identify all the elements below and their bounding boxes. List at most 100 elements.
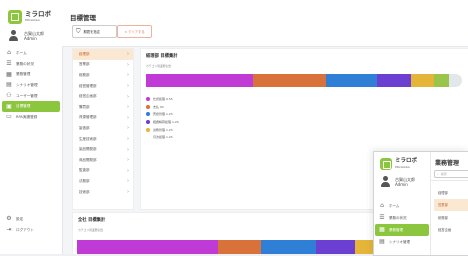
bar-segment	[261, 240, 317, 254]
sidebar-item[interactable]: ▦ 業務管理	[375, 224, 429, 236]
nav-icon: ⚙	[6, 215, 12, 223]
sidebar-item[interactable]: ☰ 業務の状況	[375, 212, 429, 224]
sidebar-nav: ⌂ ホーム ☰ 業務の状況 ▦ 業務管理 ▤ シナリオ管理	[375, 200, 429, 248]
department-item[interactable]: 監査部 ›	[73, 166, 133, 177]
sidebar-item-label: ホーム	[389, 203, 400, 208]
search-input[interactable]: ⌕ 検索	[434, 170, 468, 178]
sidebar-item-label: シナリオ管理	[16, 82, 38, 87]
clear-button[interactable]: × クリアする	[117, 25, 152, 38]
department-label: 総務部	[79, 72, 90, 77]
department-label: 経営企画部	[79, 94, 97, 99]
chevron-right-icon: ›	[127, 61, 129, 68]
chart-title: 全社 目標集計	[78, 218, 106, 223]
department-item[interactable]: 経理部 ›	[73, 49, 133, 60]
logo-icon	[8, 10, 22, 24]
app-logo[interactable]: ミラロボ Miralobo	[8, 10, 51, 24]
department-item[interactable]: 経理部	[434, 186, 468, 199]
secondary-window: ミラロボ Miralobo 古賀山太郎 Admin ⌂ ホーム ☰ 業務の状況 ▦ 業務管…	[373, 151, 468, 256]
chevron-right-icon: ›	[127, 51, 129, 58]
department-label: 総務部	[438, 215, 448, 220]
user-profile[interactable]: 古賀山太郎 Admin	[8, 30, 44, 41]
user-profile[interactable]: 古賀山太郎 Admin	[380, 176, 415, 187]
sidebar-bottom-nav: ⚙ 設定 ⇥ ログアウト	[2, 214, 60, 235]
department-label: 経理部	[438, 190, 448, 195]
department-item[interactable]: 営業部	[434, 198, 468, 211]
sidebar-item-label: 業務管理	[16, 72, 31, 77]
department-item[interactable]: 購買部 ›	[73, 102, 133, 113]
bar-segment	[316, 240, 356, 254]
department-label: 技術部	[79, 189, 90, 194]
chevron-right-icon: ›	[127, 146, 129, 153]
department-item[interactable]: 製造部 ›	[73, 123, 133, 134]
sidebar-item[interactable]: ⌂ ホーム	[2, 48, 60, 59]
sidebar-item[interactable]: ▤ シナリオ管理	[375, 236, 429, 248]
nav-icon: ⇥	[6, 226, 12, 234]
legend-swatch	[146, 104, 150, 109]
department-item[interactable]: 営業部 ›	[73, 60, 133, 71]
department-label: 経営管理部	[79, 83, 97, 88]
chevron-right-icon: ›	[127, 125, 129, 132]
sidebar-item[interactable]: ⚇ ユーザー管理	[2, 91, 60, 102]
app-logo[interactable]: ミラロボ Miralobo	[380, 158, 417, 170]
sidebar-item-label: RPA実績登録	[16, 114, 38, 119]
department-item[interactable]: 総務部	[434, 211, 468, 224]
sidebar-item[interactable]: ⌂ ホーム	[375, 200, 429, 212]
sidebar-item[interactable]: ⇥ ログアウト	[2, 225, 60, 236]
sidebar-item-label: 業務の状況	[389, 215, 407, 220]
department-item[interactable]: 技術部 ›	[73, 187, 133, 198]
legend-swatch	[146, 135, 150, 139]
department-item[interactable]: 製品開発部 ›	[73, 144, 133, 155]
department-item[interactable]: 資源管理部 ›	[73, 113, 133, 124]
legend-item: 売掛管理 1.2h	[146, 110, 179, 118]
chevron-right-icon: ›	[127, 178, 129, 185]
nav-icon: ▤	[379, 238, 385, 245]
sidebar-item[interactable]: ▣ 目標管理	[2, 101, 60, 113]
chevron-right-icon: ›	[127, 93, 129, 100]
nav-icon: ▦	[379, 226, 385, 233]
logo-icon	[380, 158, 392, 170]
chevron-right-icon: ›	[127, 157, 129, 164]
department-label: 経理部	[79, 51, 90, 56]
page-title: 業務管理	[435, 160, 460, 167]
sidebar-item[interactable]: ▤ シナリオ管理	[2, 80, 60, 91]
legend-label: 仕訳処理 0.5h	[153, 96, 173, 101]
bar-segment	[326, 74, 377, 87]
department-label: 法務部	[79, 178, 90, 183]
sidebar-item[interactable]: ▦ 業務管理	[2, 69, 60, 80]
department-item[interactable]: 経営管理部 ›	[73, 81, 133, 92]
sidebar-item[interactable]: ⚙ 設定	[2, 214, 60, 225]
department-label: 経営企画	[438, 228, 452, 233]
sidebar-item-label: ホーム	[16, 50, 27, 55]
department-item[interactable]: 法務部 ›	[73, 176, 133, 187]
stacked-bar	[146, 74, 462, 87]
nav-icon: ⌂	[380, 202, 384, 209]
filter-icon: ⛉	[76, 27, 81, 35]
department-item[interactable]: 商品開発部 ›	[73, 155, 133, 166]
legend-swatch	[146, 119, 150, 124]
department-label: 製品開発部	[79, 147, 97, 152]
legend-label: 支払 0h	[153, 104, 164, 109]
department-label: 商品開発部	[79, 157, 97, 162]
department-item[interactable]: 経営企画部 ›	[73, 91, 133, 102]
department-label: 資源管理部	[79, 115, 97, 120]
user-role: Admin	[24, 35, 37, 41]
department-label: 監査部	[79, 168, 90, 173]
page-title: 目標管理	[70, 14, 96, 22]
search-placeholder: 検索	[440, 172, 447, 176]
department-item[interactable]: 経営企画	[434, 224, 468, 237]
department-item[interactable]: 総務部 ›	[73, 70, 133, 81]
period-filter-button[interactable]: ⛉ 期間を指定	[72, 25, 117, 38]
legend-swatch	[146, 112, 150, 117]
department-item[interactable]: 生産技術部 ›	[73, 134, 133, 145]
nav-icon: ☰	[6, 60, 12, 68]
nav-icon: ⌂	[7, 49, 11, 57]
sidebar-item-label: 業務管理	[389, 227, 403, 232]
chart-subtitle: カテゴリ別業務割合	[78, 228, 104, 232]
sidebar-item[interactable]: ☰ 業務の状況	[2, 59, 60, 70]
user-icon	[8, 30, 19, 41]
search-icon: ⌕	[437, 172, 439, 176]
sidebar-item[interactable]: ▭ RPA実績登録	[2, 112, 60, 123]
sidebar-item-label: ユーザー管理	[16, 93, 38, 98]
chevron-right-icon: ›	[127, 189, 129, 196]
bar-segment	[433, 74, 450, 87]
